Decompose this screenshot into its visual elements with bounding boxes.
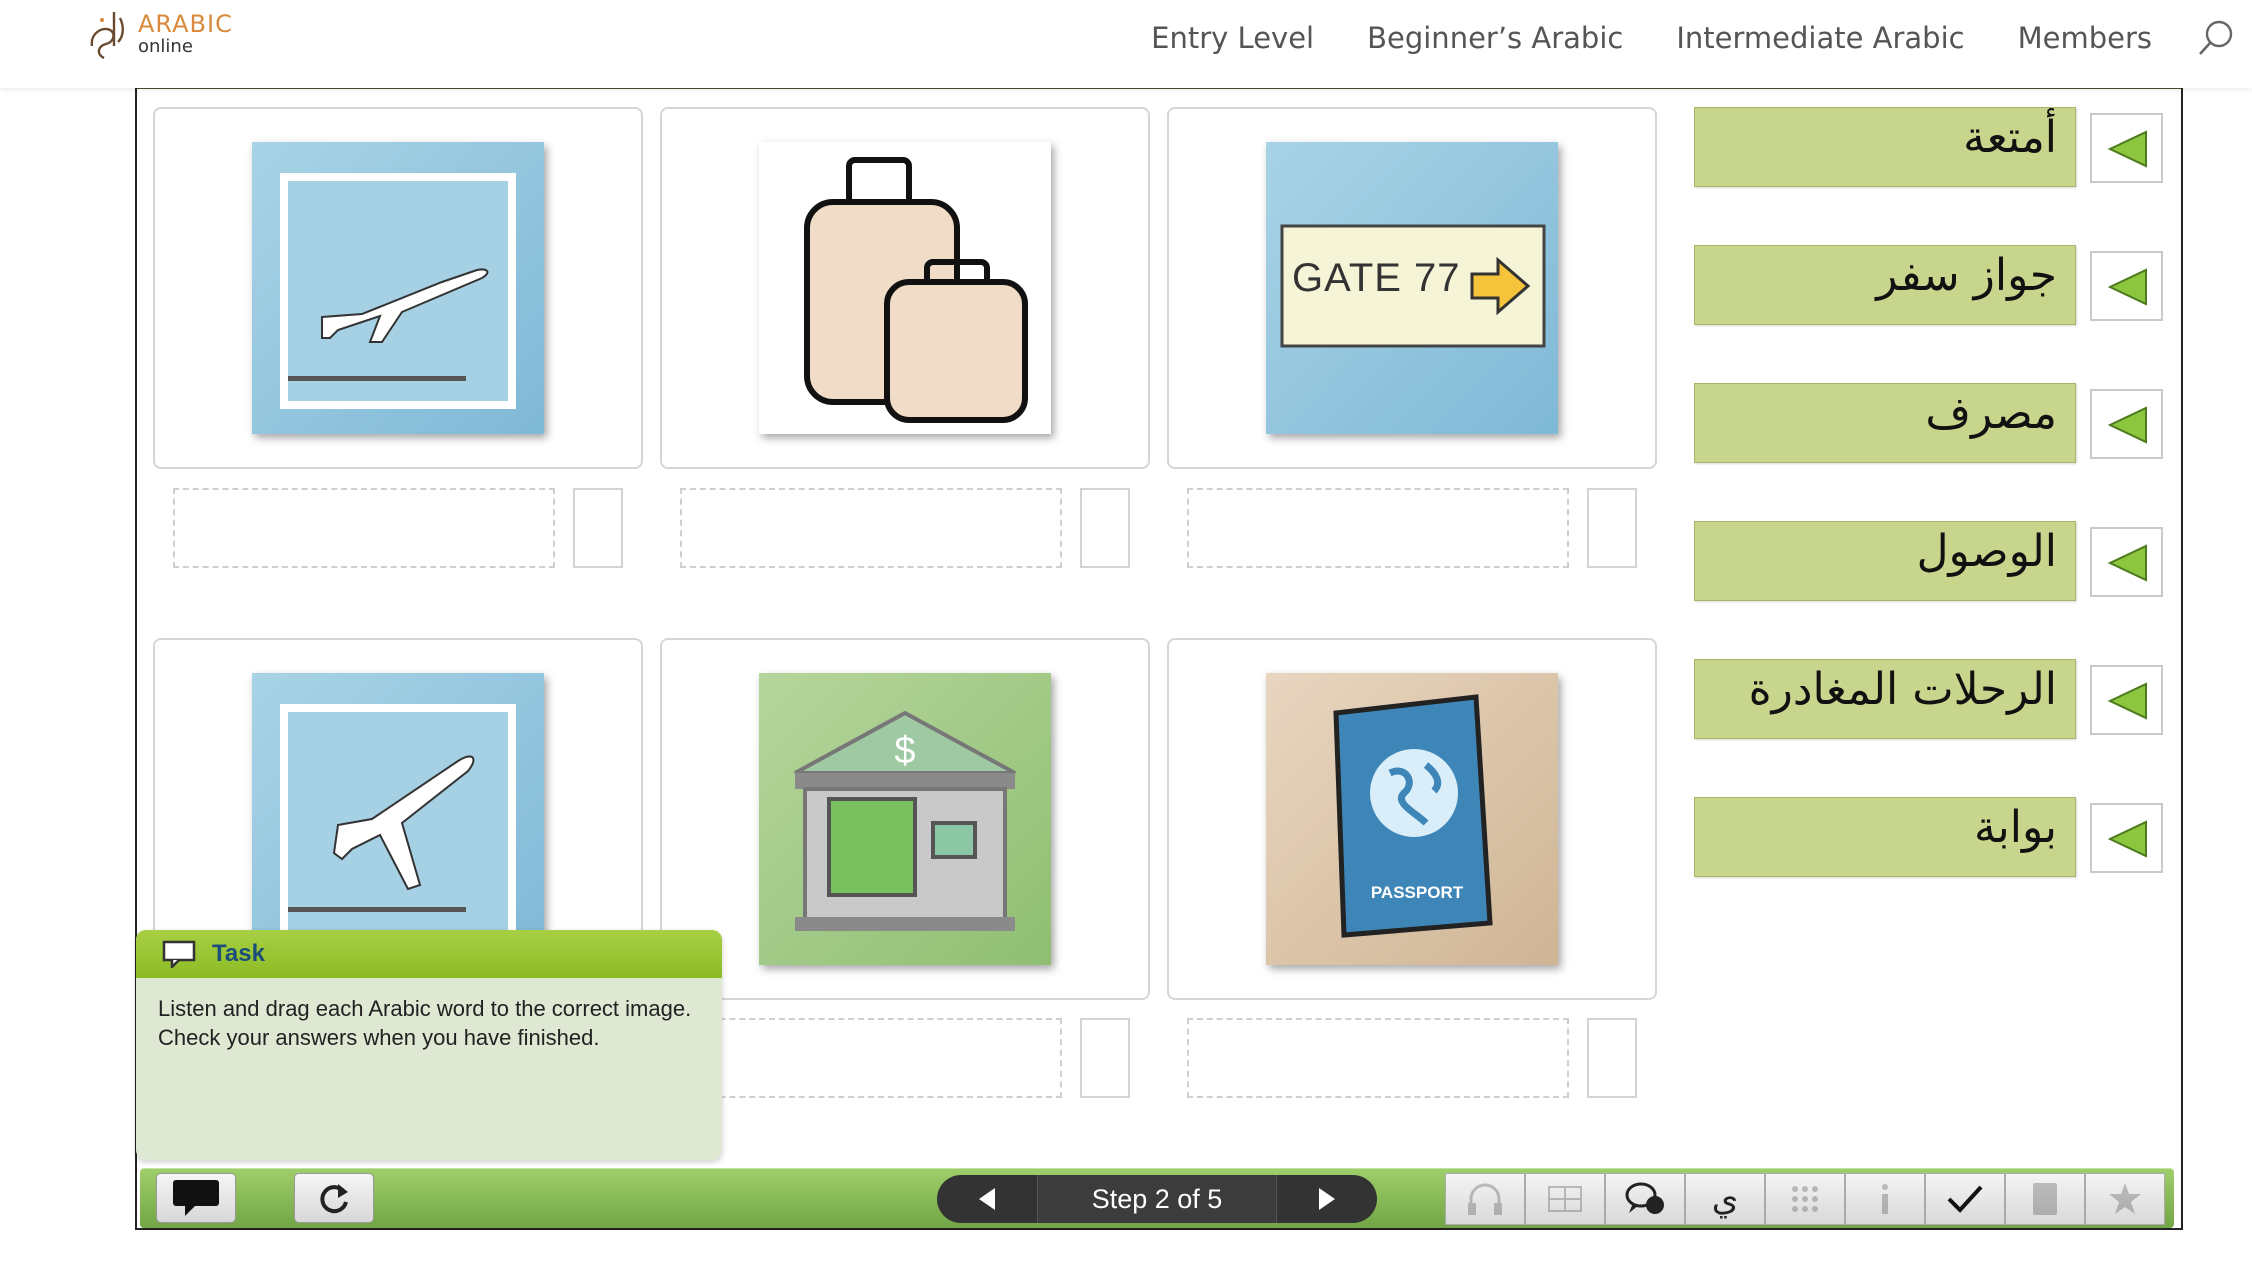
toggle-task-button[interactable] bbox=[156, 1173, 236, 1223]
word-tile-departures[interactable]: الرحلات المغادرة bbox=[1694, 659, 2076, 739]
play-triangle-icon bbox=[2107, 820, 2147, 858]
tool-star[interactable] bbox=[2085, 1173, 2165, 1225]
drop-zone-1[interactable] bbox=[173, 488, 555, 568]
gate-sign-text: GATE 77 bbox=[1292, 256, 1461, 300]
play-audio-button-3[interactable] bbox=[2090, 389, 2163, 459]
site-header: ARABIC online Entry Level Beginner’s Ara… bbox=[0, 0, 2252, 88]
headphones-icon bbox=[1468, 1183, 1502, 1215]
translate-icon bbox=[1548, 1186, 1582, 1212]
arabic-keyboard-icon: ي bbox=[1711, 1179, 1739, 1219]
answer-mark-2 bbox=[1080, 488, 1130, 568]
drop-zone-6[interactable] bbox=[1187, 1018, 1569, 1098]
drop-zone-2[interactable] bbox=[680, 488, 1062, 568]
nav-members[interactable]: Members bbox=[2018, 21, 2152, 55]
logo-wordmark: ARABIC bbox=[138, 10, 233, 38]
chat-bubble-icon bbox=[173, 1180, 219, 1216]
play-triangle-icon bbox=[2107, 682, 2147, 720]
gate-sign-image: GATE 77 bbox=[1266, 142, 1558, 434]
drop-zone-3[interactable] bbox=[1187, 488, 1569, 568]
tool-speech[interactable] bbox=[1605, 1173, 1685, 1225]
passport-image: PASSPORT bbox=[1266, 673, 1558, 965]
step-navigator: Step 2 of 5 bbox=[937, 1175, 1377, 1223]
task-instructions: Listen and drag each Arabic word to the … bbox=[158, 996, 692, 1050]
check-icon bbox=[1947, 1185, 1983, 1213]
play-audio-button-1[interactable] bbox=[2090, 113, 2163, 183]
tool-info[interactable] bbox=[1845, 1173, 1925, 1225]
tool-grid[interactable] bbox=[1765, 1173, 1845, 1225]
nav-intermediate-arabic[interactable]: Intermediate Arabic bbox=[1676, 21, 1964, 55]
play-audio-button-5[interactable] bbox=[2090, 665, 2163, 735]
word-tile-bank[interactable]: مصرف bbox=[1694, 383, 2076, 463]
next-step-button[interactable] bbox=[1277, 1175, 1377, 1223]
word-tile-gate[interactable]: بوابة bbox=[1694, 797, 2076, 877]
star-icon bbox=[2109, 1183, 2141, 1214]
task-title: Task bbox=[212, 940, 265, 967]
arrow-right-icon bbox=[1319, 1188, 1335, 1210]
calculator-icon bbox=[2033, 1183, 2057, 1215]
tool-headphones[interactable] bbox=[1445, 1173, 1525, 1225]
task-panel: Task Listen and drag each Arabic word to… bbox=[136, 930, 722, 1160]
answer-mark-3 bbox=[1587, 488, 1637, 568]
previous-step-button[interactable] bbox=[937, 1175, 1037, 1223]
answer-mark-1 bbox=[573, 488, 623, 568]
image-card-gate: GATE 77 bbox=[1167, 107, 1657, 469]
arrow-left-icon bbox=[979, 1188, 995, 1210]
tool-arabic-script[interactable]: ي bbox=[1685, 1173, 1765, 1225]
tool-buttons: ي bbox=[1445, 1173, 2165, 1225]
airplane-departure-image bbox=[252, 142, 544, 434]
word-tile-arrivals[interactable]: الوصول bbox=[1694, 521, 2076, 601]
image-card-luggage bbox=[660, 107, 1150, 469]
grid-icon bbox=[1792, 1186, 1818, 1212]
tool-check-answers[interactable] bbox=[1925, 1173, 2005, 1225]
play-audio-button-2[interactable] bbox=[2090, 251, 2163, 321]
tool-calculator[interactable] bbox=[2005, 1173, 2085, 1225]
image-card-passport: PASSPORT bbox=[1167, 638, 1657, 1000]
bank-image: $ bbox=[759, 673, 1051, 965]
play-triangle-icon bbox=[2107, 130, 2147, 168]
nav-beginners-arabic[interactable]: Beginner’s Arabic bbox=[1367, 21, 1623, 55]
activity-toolbar: Step 2 of 5 ي bbox=[140, 1168, 2174, 1228]
main-nav: Entry Level Beginner’s Arabic Intermedia… bbox=[1151, 18, 2252, 58]
calligraphy-logo-icon bbox=[90, 12, 124, 60]
info-icon bbox=[1882, 1184, 1888, 1214]
play-triangle-icon bbox=[2107, 406, 2147, 444]
tool-translate[interactable] bbox=[1525, 1173, 1605, 1225]
passport-label: PASSPORT bbox=[1370, 883, 1464, 902]
drop-zone-5[interactable] bbox=[680, 1018, 1062, 1098]
refresh-icon bbox=[320, 1184, 348, 1214]
reset-button[interactable] bbox=[294, 1173, 374, 1223]
word-tile-passport[interactable]: جواز سفر bbox=[1694, 245, 2076, 325]
svg-text:$: $ bbox=[894, 730, 915, 772]
image-card-departure bbox=[153, 107, 643, 469]
step-indicator: Step 2 of 5 bbox=[1037, 1175, 1277, 1223]
answer-mark-5 bbox=[1080, 1018, 1130, 1098]
play-audio-button-6[interactable] bbox=[2090, 803, 2163, 873]
play-triangle-icon bbox=[2107, 544, 2147, 582]
nav-entry-level[interactable]: Entry Level bbox=[1151, 21, 1314, 55]
speech-icon bbox=[1625, 1182, 1664, 1214]
speech-bubble-icon bbox=[162, 940, 196, 968]
answer-mark-6 bbox=[1587, 1018, 1637, 1098]
word-tile-luggage[interactable]: أمتعة bbox=[1694, 107, 2076, 187]
image-card-bank: $ bbox=[660, 638, 1150, 1000]
luggage-image bbox=[759, 142, 1051, 434]
play-audio-button-4[interactable] bbox=[2090, 527, 2163, 597]
site-logo[interactable]: ARABIC online bbox=[84, 6, 233, 66]
task-panel-header: Task bbox=[136, 930, 722, 978]
play-triangle-icon bbox=[2107, 268, 2147, 306]
logo-subtext: online bbox=[138, 36, 193, 57]
search-icon[interactable] bbox=[2196, 18, 2236, 58]
airplane-arrival-image bbox=[252, 673, 544, 965]
